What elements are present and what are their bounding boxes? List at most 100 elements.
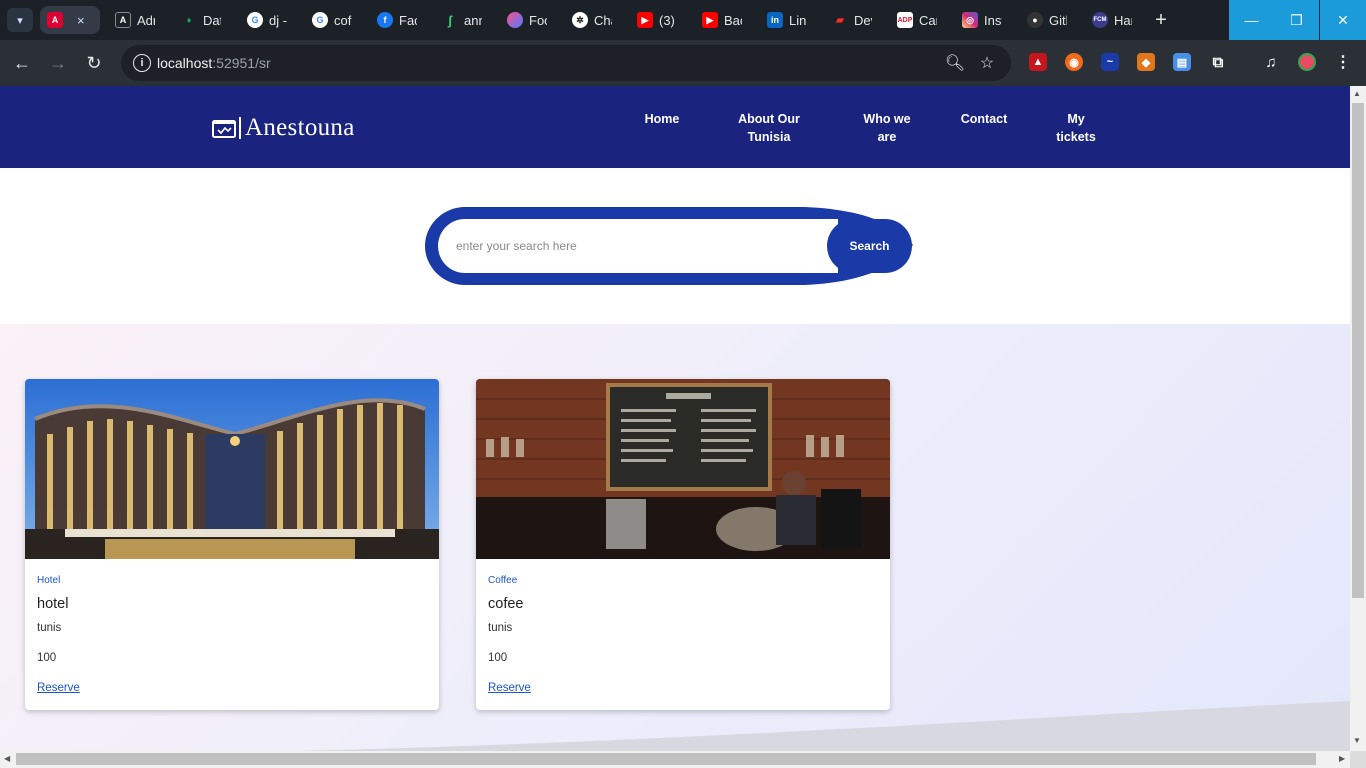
tab-title: Cha [594, 12, 612, 28]
tab-title: Dat [203, 12, 221, 28]
vertical-scrollbar[interactable]: ▲ ▼ [1350, 86, 1366, 751]
angular-icon: A [115, 12, 131, 28]
scroll-left-arrow-icon[interactable]: ◀ [4, 754, 10, 763]
tab-item[interactable]: FCM Har [1085, 6, 1141, 34]
search-input[interactable] [438, 219, 838, 273]
extensions-puzzle-icon[interactable]: ⧉ [1209, 53, 1227, 71]
results-section: Hotel hotel tunis 100 Reserve Coffee cof… [0, 324, 1350, 751]
ticket-window-icon [212, 118, 236, 138]
card-title: cofee [488, 596, 524, 612]
reload-icon[interactable]: ↻ [82, 51, 106, 75]
result-card: Coffee cofee tunis 100 Reserve [476, 379, 890, 710]
search-button[interactable]: Search [827, 219, 912, 273]
tab-title: Car [919, 12, 937, 28]
window-minimize-button[interactable]: — [1229, 0, 1274, 40]
reserve-link[interactable]: Reserve [37, 682, 80, 694]
tab-item[interactable]: ▶ (3) [630, 6, 686, 34]
browser-tab-strip: ▾ A × A Adr ♦ Dat G dj - G cofe f Fac ʃ … [0, 0, 1366, 40]
forward-arrow-icon[interactable]: → [46, 51, 70, 75]
profile-avatar-icon[interactable] [1298, 53, 1316, 71]
web-page: Anestouna Home About Our Tunisia Who we … [0, 86, 1350, 751]
logo-text: Anestouna [245, 114, 355, 141]
gradient-icon [507, 12, 523, 28]
scroll-up-arrow-icon[interactable]: ▲ [1353, 89, 1361, 98]
coffee-shop-image [476, 379, 890, 559]
nav-home[interactable]: Home [636, 110, 688, 128]
tab-item[interactable]: ʃ ann [435, 6, 491, 34]
docs-extension-icon[interactable]: ▤ [1173, 53, 1191, 71]
logo-divider [239, 117, 241, 139]
tab-item[interactable]: in Link [760, 6, 816, 34]
nav-contact[interactable]: Contact [956, 110, 1012, 128]
facebook-icon: f [377, 12, 393, 28]
tab-title: cofe [334, 12, 352, 28]
search-section: Search [0, 168, 1350, 324]
card-title: hotel [37, 596, 69, 612]
result-card: Hotel hotel tunis 100 Reserve [25, 379, 439, 710]
tab-item[interactable]: ADP Car [890, 6, 946, 34]
tab-active[interactable]: A × [40, 6, 100, 34]
footer-wave-shape [0, 701, 1350, 751]
horizontal-scrollbar[interactable]: ◀ ▶ [0, 751, 1350, 768]
scroll-right-arrow-icon[interactable]: ▶ [1339, 754, 1345, 763]
card-category: Hotel [37, 575, 61, 586]
bookmark-star-icon[interactable]: ☆ [977, 53, 997, 73]
tab-item[interactable]: f Fac [370, 6, 426, 34]
target-extension-icon[interactable]: ◉ [1065, 53, 1083, 71]
horizontal-scroll-thumb[interactable] [16, 753, 1316, 765]
tab-item[interactable]: G dj - [240, 6, 296, 34]
tab-title: Har [1114, 12, 1132, 28]
zoom-icon[interactable]: 🔍︎ [945, 53, 965, 73]
nav-about-tunisia[interactable]: About Our Tunisia [733, 110, 805, 146]
tab-title: Gith [1049, 12, 1067, 28]
nav-who-we-are[interactable]: Who we are [860, 110, 914, 146]
scrollbar-corner [1350, 751, 1366, 768]
chatgpt-icon: ✲ [572, 12, 588, 28]
redhat-icon: ▰ [836, 14, 844, 26]
pdf-extension-icon[interactable]: ▲ [1029, 53, 1047, 71]
google-icon: G [247, 12, 263, 28]
tab-title: Inst [984, 12, 1002, 28]
reserve-link[interactable]: Reserve [488, 682, 531, 694]
url-host: localhost [157, 55, 213, 71]
instagram-icon: ◎ [962, 12, 978, 28]
tab-item[interactable]: ✲ Cha [565, 6, 621, 34]
tab-title: dj - [269, 12, 287, 28]
youtube-icon: ▶ [637, 12, 653, 28]
site-header: Anestouna Home About Our Tunisia Who we … [0, 86, 1350, 168]
nav-my-tickets[interactable]: My tickets [1052, 110, 1100, 146]
site-info-icon[interactable]: i [133, 54, 151, 72]
card-location: tunis [488, 622, 513, 634]
tab-title: Dev [854, 12, 872, 28]
tab-item[interactable]: A Adr [108, 6, 164, 34]
tab-item[interactable]: ▰ Dev [825, 6, 881, 34]
window-restore-button[interactable]: ❐ [1274, 0, 1319, 40]
hotel-image [25, 379, 439, 559]
site-logo[interactable]: Anestouna [212, 114, 355, 142]
card-category: Coffee [488, 575, 518, 586]
tab-item[interactable]: G cofe [305, 6, 361, 34]
tab-title: Bac [724, 12, 742, 28]
wave-extension-icon[interactable]: ~ [1101, 53, 1119, 71]
tab-title: Adr [137, 12, 155, 28]
tab-item[interactable]: ♦ Dat [174, 6, 230, 34]
url-text[interactable]: localhost:52951/sr [157, 55, 271, 71]
vertical-scroll-thumb[interactable] [1352, 103, 1364, 598]
tab-item[interactable]: ◎ Inst [955, 6, 1011, 34]
angular-icon: A [47, 12, 63, 28]
metamask-fox-icon[interactable]: ◆ [1137, 53, 1155, 71]
tab-item[interactable]: ▶ Bac [695, 6, 751, 34]
address-bar[interactable]: i localhost:52951/sr 🔍︎ ☆ [121, 45, 1011, 81]
tab-close-icon[interactable]: × [77, 13, 85, 28]
window-close-button[interactable]: ✕ [1320, 0, 1366, 40]
media-queue-icon[interactable]: ♫ [1262, 53, 1280, 71]
new-tab-button[interactable]: + [1149, 8, 1173, 32]
scroll-down-arrow-icon[interactable]: ▼ [1353, 736, 1361, 745]
tab-item[interactable]: ● Gith [1020, 6, 1076, 34]
tab-item[interactable]: Foo [500, 6, 556, 34]
linkedin-icon: in [767, 12, 783, 28]
tab-title: ann [464, 12, 482, 28]
tab-search-icon[interactable]: ▾ [7, 8, 33, 32]
browser-menu-icon[interactable]: ⋮ [1334, 53, 1352, 71]
back-arrow-icon[interactable]: ← [10, 51, 34, 75]
